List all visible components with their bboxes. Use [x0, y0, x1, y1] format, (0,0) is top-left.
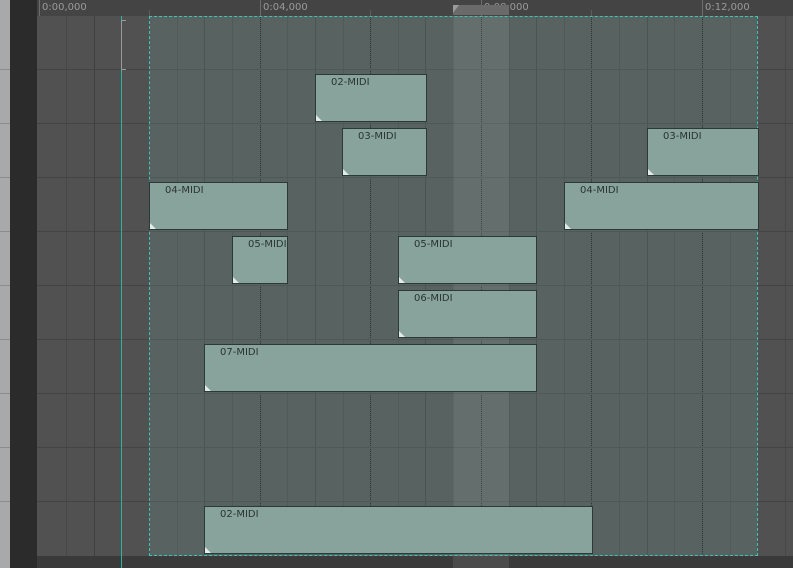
lane-divider: [0, 447, 10, 448]
midi-clip[interactable]: 03-MIDI: [647, 128, 759, 176]
midi-clip[interactable]: 07-MIDI: [204, 344, 537, 392]
edit-cursor-bracket: [121, 20, 126, 70]
clip-resize-handle-icon[interactable]: [648, 169, 654, 175]
midi-clip[interactable]: 02-MIDI: [204, 506, 593, 554]
edit-cursor-line: [121, 16, 122, 568]
lane-divider: [0, 393, 10, 394]
lane-divider: [0, 285, 10, 286]
lane-divider: [0, 69, 10, 70]
playhead-handle[interactable]: [453, 5, 509, 15]
clip-resize-handle-icon[interactable]: [233, 277, 239, 283]
lane-divider: [0, 231, 10, 232]
clip-resize-handle-icon[interactable]: [205, 547, 211, 553]
clip-label: 06-MIDI: [414, 293, 453, 304]
clip-label: 05-MIDI: [248, 239, 287, 250]
midi-clip[interactable]: 02-MIDI: [315, 74, 427, 122]
ruler-label: 0:12,000: [705, 2, 750, 13]
horizontal-scroll-area[interactable]: [37, 556, 793, 568]
clip-label: 04-MIDI: [580, 185, 619, 196]
clip-resize-handle-icon[interactable]: [205, 385, 211, 391]
lane-divider: [0, 123, 10, 124]
timeline-ruler[interactable]: 0:00,000 0:04,000 0:08,000 0:12,000: [37, 0, 793, 17]
clip-label: 04-MIDI: [165, 185, 204, 196]
lane-divider: [0, 339, 10, 340]
midi-clip[interactable]: 04-MIDI: [564, 182, 759, 230]
clip-label: 02-MIDI: [220, 509, 259, 520]
arrange-view: 0:00,000 0:04,000 0:08,000 0:12,000: [0, 0, 793, 568]
ruler-major-tick: [39, 0, 40, 16]
lane-divider: [0, 177, 10, 178]
clip-label: 02-MIDI: [331, 77, 370, 88]
clip-label: 05-MIDI: [414, 239, 453, 250]
midi-clip[interactable]: 04-MIDI: [149, 182, 288, 230]
clip-resize-handle-icon[interactable]: [343, 169, 349, 175]
clip-resize-handle-icon[interactable]: [399, 331, 405, 337]
clip-resize-handle-icon[interactable]: [316, 115, 322, 121]
selection-rectangle[interactable]: [149, 16, 758, 556]
ruler-label: 0:00,000: [42, 2, 87, 13]
ruler-label: 0:04,000: [263, 2, 308, 13]
track-header-edge: [10, 0, 37, 568]
clip-label: 07-MIDI: [220, 347, 259, 358]
ruler-major-tick: [702, 0, 703, 16]
track-lane-strip[interactable]: [0, 0, 10, 568]
clip-resize-handle-icon[interactable]: [565, 223, 571, 229]
clip-label: 03-MIDI: [358, 131, 397, 142]
midi-clip[interactable]: 03-MIDI: [342, 128, 427, 176]
midi-clip[interactable]: 05-MIDI: [398, 236, 537, 284]
clip-resize-handle-icon[interactable]: [150, 223, 156, 229]
midi-clip[interactable]: 06-MIDI: [398, 290, 537, 338]
playhead-marker-icon[interactable]: [453, 5, 459, 13]
ruler-major-tick: [260, 0, 261, 16]
midi-clip[interactable]: 05-MIDI: [232, 236, 288, 284]
lane-divider: [0, 501, 10, 502]
clip-resize-handle-icon[interactable]: [399, 277, 405, 283]
clip-label: 03-MIDI: [663, 131, 702, 142]
